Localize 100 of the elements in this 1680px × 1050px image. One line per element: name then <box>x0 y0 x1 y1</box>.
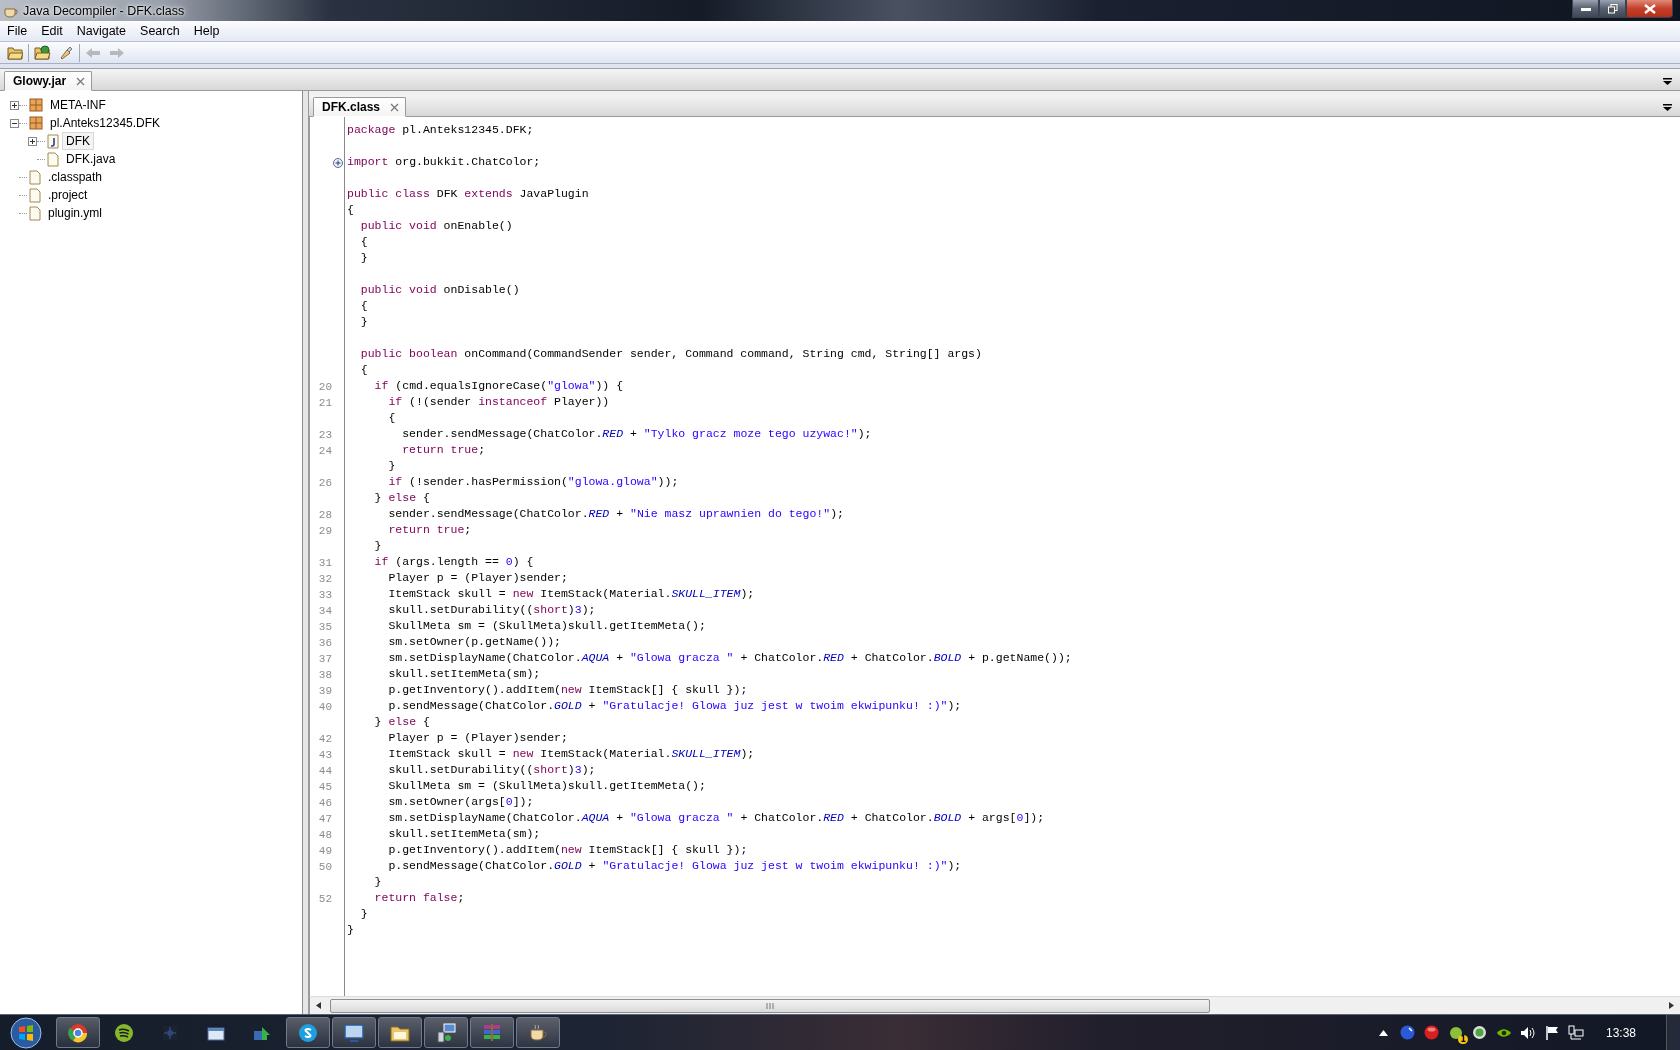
code-line: skull.setDurability((short)3); <box>387 763 597 778</box>
tree-item[interactable]: META-INF <box>46 96 110 114</box>
code-line: { <box>359 363 369 378</box>
taskbar-button[interactable] <box>332 1017 376 1048</box>
code-line: } <box>387 459 397 474</box>
expand-icon[interactable] <box>333 158 343 168</box>
tree-item[interactable]: DFK <box>62 132 94 150</box>
minimize-button[interactable] <box>1572 0 1599 18</box>
close-button[interactable] <box>1626 0 1673 18</box>
scroll-thumb[interactable] <box>330 998 1210 1013</box>
tree-item[interactable]: pl.Anteks12345.DFK <box>46 114 165 132</box>
code-line: sm.setOwner(p.getName()); <box>387 635 562 650</box>
code-line: if (args.length == 0) { <box>373 555 535 570</box>
taskbar-button[interactable] <box>378 1017 422 1048</box>
close-icon[interactable] <box>76 76 86 86</box>
taskbar-button[interactable] <box>56 1017 100 1048</box>
code-line: SkullMeta sm = (SkullMeta)skull.getItemMeta(); <box>387 779 707 794</box>
tree-item[interactable]: DFK.java <box>62 150 120 168</box>
java-file-icon <box>47 133 59 149</box>
code-line: p.sendMessage(ChatColor.GOLD + "Gratulacje! Glowa juz jest w twoim ekwipunku! :)"); <box>387 699 963 714</box>
taskbar-button[interactable] <box>286 1017 330 1048</box>
code-line: Player p = (Player)sender; <box>387 731 569 746</box>
expand-icon[interactable] <box>10 100 19 110</box>
up-arrow-icon <box>1379 1029 1389 1036</box>
tray-button[interactable] <box>1543 1023 1560 1042</box>
taskbar-button[interactable] <box>516 1017 560 1048</box>
taskbar-button[interactable] <box>424 1017 468 1048</box>
menu-item[interactable]: Search <box>133 21 187 41</box>
expand-icon[interactable] <box>28 136 37 146</box>
minimize-icon <box>1580 6 1591 11</box>
code-line: sm.setDisplayName(ChatColor.AQUA + "Glowa gracza " + ChatColor.RED + ChatColor.BOLD + p.getName()); <box>387 651 1073 666</box>
code-line: SkullMeta sm = (SkullMeta)skull.getItemMeta(); <box>387 619 707 634</box>
code-line: if (!sender.hasPermission("glowa.glowa")); <box>387 475 680 490</box>
grip-icon <box>766 1002 774 1009</box>
code-line: public class DFK extends JavaPlugin <box>347 187 590 202</box>
network-icon <box>435 1021 457 1044</box>
collapse-icon[interactable] <box>10 118 19 128</box>
menu-item[interactable]: File <box>0 21 35 41</box>
forward-arrow-icon <box>109 46 125 59</box>
line-number: 46 <box>317 797 332 809</box>
line-number: 45 <box>317 781 332 793</box>
code-line: sender.sendMessage(ChatColor.RED + "Nie masz uprawnien do tego!"); <box>387 507 845 522</box>
code-line: } <box>359 907 369 922</box>
tab-list-icon[interactable] <box>1663 104 1672 111</box>
eye-icon <box>1495 1026 1512 1039</box>
menu-item[interactable]: Navigate <box>69 21 134 41</box>
toolbar-button[interactable] <box>33 43 51 62</box>
books-icon <box>481 1021 503 1044</box>
code-line: } <box>347 923 355 938</box>
line-number: 48 <box>317 829 332 841</box>
line-number: 35 <box>317 621 332 633</box>
code-line: if (!(sender instanceof Player)) <box>387 395 611 410</box>
close-icon <box>1643 3 1656 14</box>
package-icon <box>29 116 43 130</box>
tree-item[interactable]: plugin.yml <box>44 204 107 222</box>
tray-button[interactable] <box>1399 1023 1416 1042</box>
code-line: public boolean onCommand(CommandSender sender, Command command, String cmd, String[] args) <box>359 347 983 362</box>
code-line: skull.setDurability((short)3); <box>387 603 597 618</box>
line-number: 49 <box>317 845 332 857</box>
flag-icon <box>1544 1025 1559 1040</box>
line-number: 40 <box>317 701 332 713</box>
file-tab[interactable]: Glowy.jar <box>4 71 93 91</box>
line-number: 20 <box>317 381 332 393</box>
file-icon <box>29 187 41 203</box>
code-line: ItemStack skull = new ItemStack(Material.SKULL_ITEM); <box>387 747 756 762</box>
line-number: 47 <box>317 813 332 825</box>
monitor-icon <box>343 1022 365 1043</box>
code-line: Player p = (Player)sender; <box>387 571 569 586</box>
speaker-icon <box>1519 1025 1536 1040</box>
tray-button[interactable] <box>1423 1023 1440 1042</box>
network-icon <box>1567 1025 1584 1040</box>
code-line: return true; <box>401 443 487 458</box>
restore-button[interactable] <box>1599 0 1626 18</box>
code-line: } <box>373 875 383 890</box>
line-number: 31 <box>317 557 332 569</box>
editor-tab[interactable]: DFK.class <box>313 97 407 117</box>
line-number: 39 <box>317 685 332 697</box>
tree-item[interactable]: .classpath <box>44 168 107 186</box>
code-line: { <box>347 203 355 218</box>
window-title: Java Decompiler - DFK.class <box>23 3 185 18</box>
close-icon[interactable] <box>390 102 400 112</box>
line-number: 44 <box>317 765 332 777</box>
code-line: sm.setDisplayName(ChatColor.AQUA + "Glowa gracza " + ChatColor.RED + ChatColor.BOLD + args[0]); <box>387 811 1046 826</box>
code-line: p.getInventory().addItem(new ItemStack[] { skull }); <box>387 843 749 858</box>
menu-item[interactable]: Edit <box>34 21 70 41</box>
package-icon <box>29 98 43 112</box>
code-line: } <box>359 315 369 330</box>
line-number: 37 <box>317 653 332 665</box>
folder-icon <box>33 45 51 60</box>
code-line: skull.setItemMeta(sm); <box>387 667 542 682</box>
chat-icon <box>297 1021 319 1044</box>
line-number: 24 <box>317 445 332 457</box>
tray-button[interactable] <box>1471 1023 1488 1042</box>
tray-button[interactable] <box>1567 1023 1584 1042</box>
tree-item[interactable]: .project <box>44 186 92 204</box>
tab-list-icon[interactable] <box>1663 78 1672 85</box>
record-icon <box>1424 1025 1440 1040</box>
line-number: 23 <box>317 429 332 441</box>
line-number: 43 <box>317 749 332 761</box>
menu-item[interactable]: Help <box>186 21 227 41</box>
